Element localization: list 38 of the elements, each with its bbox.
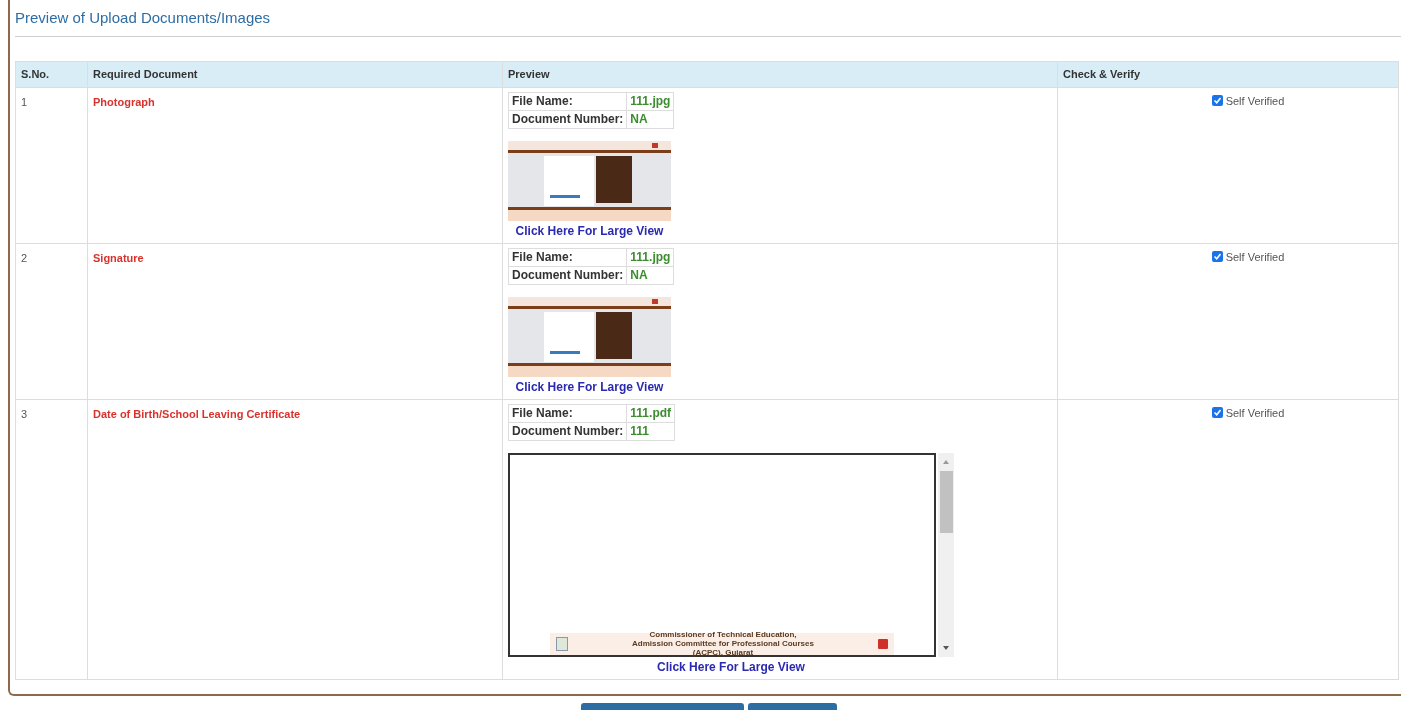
column-header: Required Document [87,61,503,87]
scrollbar-thumb[interactable] [939,470,953,533]
column-header: Preview [502,61,1058,87]
section-heading: Preview of Upload Documents/Images [15,8,271,28]
logo-icon [556,636,568,651]
column-header: Check & Verify [1057,61,1399,87]
serial-number: 1 [21,95,28,108]
large-view-link[interactable]: Click Here For Large View [515,379,664,394]
value-cell: NA [626,110,674,128]
document-name: Photograph [93,95,155,108]
value-cell: 111.pdf [626,404,675,422]
large-view-link[interactable]: Click Here For Large View [515,223,664,238]
label-cell: File Name: [508,248,627,266]
document-name: Signature [93,251,144,264]
document-header: Commissioner of Technical Education, Admission Committee for Professional Courses (ACPC), Gujarat [631,630,815,657]
logo-icon [878,638,888,649]
serial-number: 3 [21,407,28,420]
pdf-viewer[interactable]: Commissioner of Technical Education, Admission Committee for Professional Courses (ACPC), Gujarat [508,452,936,657]
label-cell: File Name: [508,92,627,110]
column-header: S.No. [15,61,88,87]
checkbox-label: Self Verified [1225,93,1285,109]
checkbox-label: Self Verified [1225,405,1285,421]
large-view-link[interactable]: Click Here For Large View [657,659,805,674]
checkbox[interactable] [1211,251,1223,263]
value-cell: 111 [626,422,675,440]
checkbox[interactable] [1211,407,1223,419]
label-cell: Document Number: [508,266,627,284]
value-cell: 111.jpg [626,248,674,266]
label-cell: Document Number: [508,110,627,128]
label-cell: File Name: [508,404,627,422]
value-cell: 111.jpg [626,92,674,110]
label-cell: Document Number: [508,422,627,440]
document-name: Date of Birth/School Leaving Certificate [93,407,301,420]
serial-number: 2 [21,251,28,264]
checkbox-label: Self Verified [1225,249,1285,265]
checkbox[interactable] [1211,95,1223,107]
value-cell: NA [626,266,674,284]
scrollbar[interactable] [938,452,954,657]
